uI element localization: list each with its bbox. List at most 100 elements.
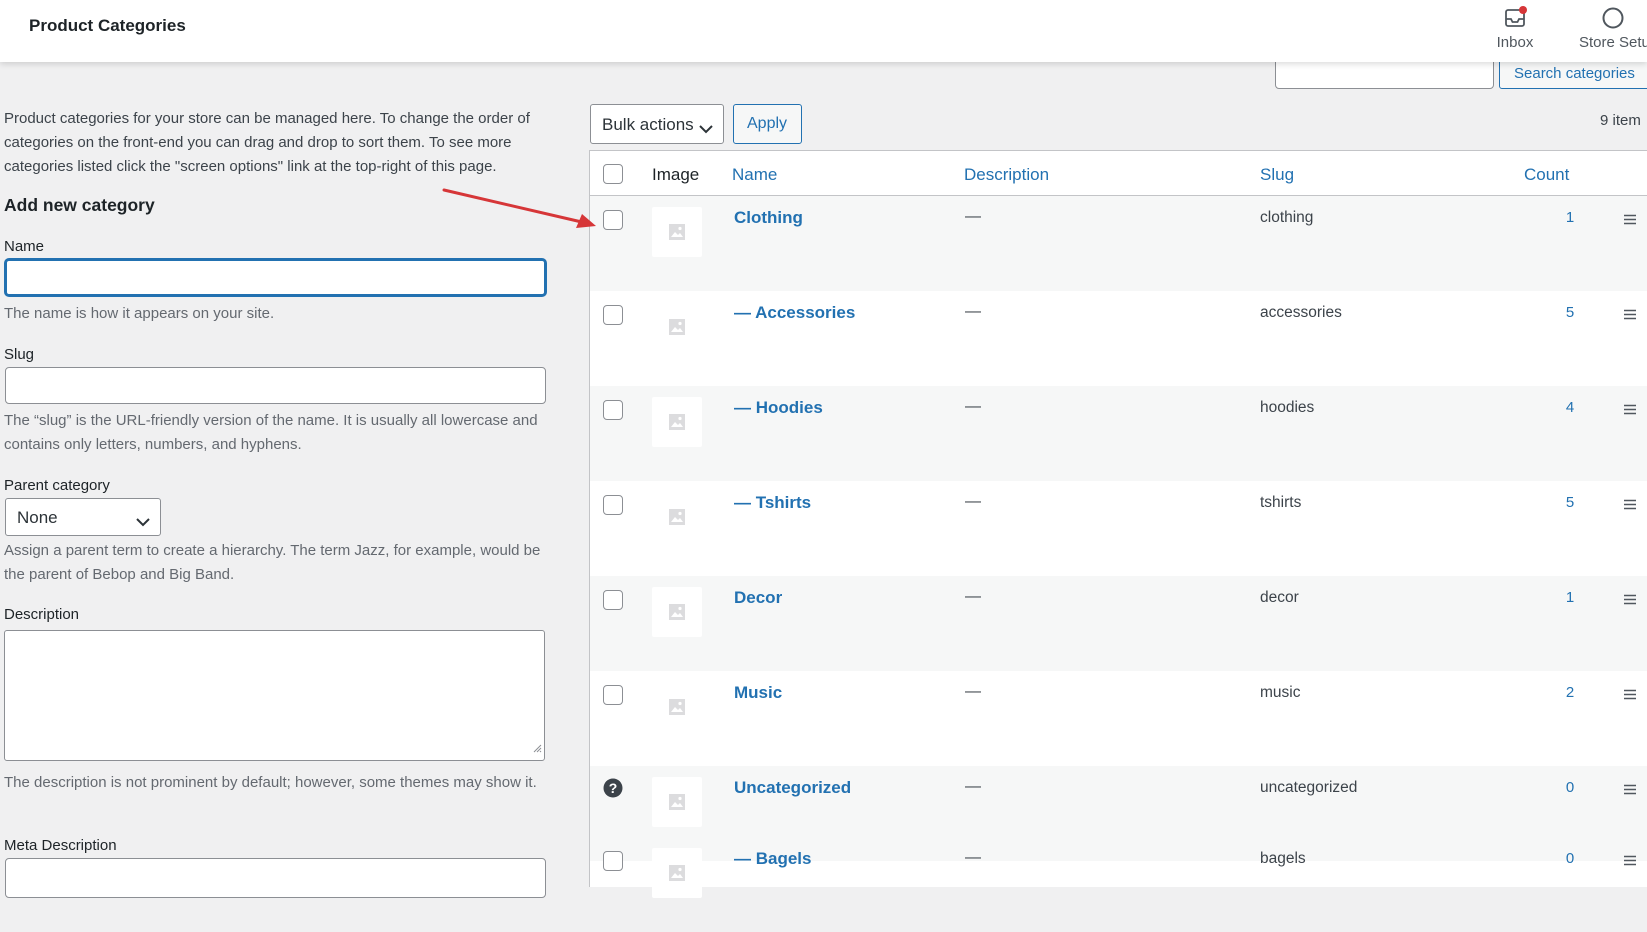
row-checkbox[interactable] — [603, 305, 623, 325]
category-name-link[interactable]: Clothing — [734, 208, 803, 228]
category-name-link[interactable]: Decor — [734, 588, 782, 608]
resize-grip-icon[interactable] — [532, 740, 542, 758]
store-setup-button[interactable]: Store Setu — [1570, 0, 1647, 62]
row-checkbox[interactable] — [603, 851, 623, 871]
category-name-link[interactable]: Music — [734, 683, 782, 703]
name-label: Name — [4, 238, 45, 255]
bulk-actions-label: Bulk actions — [602, 115, 694, 134]
category-description: — — [965, 683, 981, 700]
column-image: Image — [652, 165, 700, 184]
category-slug: uncategorized — [1260, 779, 1358, 796]
drag-handle-icon[interactable] — [1623, 212, 1637, 230]
parent-category-label: Parent category — [4, 477, 110, 494]
chevron-down-icon — [136, 512, 150, 532]
slug-field[interactable] — [5, 367, 546, 404]
drag-handle-icon[interactable] — [1623, 402, 1637, 420]
table-row: — Tshirts — tshirts 5 — [590, 481, 1647, 576]
image-placeholder-icon — [669, 794, 685, 810]
category-thumbnail — [652, 397, 702, 447]
category-thumbnail — [652, 207, 702, 257]
category-thumbnail — [652, 777, 702, 827]
annotation-arrow — [442, 188, 596, 228]
image-placeholder-icon — [669, 414, 685, 430]
meta-description-label: Meta Description — [4, 837, 117, 854]
table-row: — Accessories — accessories 5 — [590, 291, 1647, 386]
category-thumbnail — [652, 492, 702, 542]
category-count-link[interactable]: 2 — [1555, 684, 1585, 701]
drag-handle-icon[interactable] — [1623, 687, 1637, 705]
category-name-link[interactable]: Uncategorized — [734, 778, 851, 798]
drag-handle-icon[interactable] — [1623, 307, 1637, 325]
category-thumbnail — [652, 848, 702, 898]
table-row: Music — music 2 — [590, 671, 1647, 766]
category-slug: bagels — [1260, 850, 1306, 867]
drag-handle-icon[interactable] — [1623, 853, 1637, 871]
parent-category-select[interactable]: None — [5, 498, 161, 536]
drag-handle-icon[interactable] — [1623, 592, 1637, 610]
category-thumbnail — [652, 302, 702, 352]
image-placeholder-icon — [669, 224, 685, 240]
add-category-heading: Add new category — [4, 195, 155, 215]
column-count[interactable]: Count — [1524, 165, 1569, 185]
category-count-link[interactable]: 5 — [1555, 494, 1585, 511]
category-slug: music — [1260, 684, 1301, 701]
category-name-link[interactable]: — Tshirts — [734, 493, 811, 513]
description-label: Description — [4, 606, 80, 623]
category-count-link[interactable]: 0 — [1555, 779, 1585, 796]
category-count-link[interactable]: 1 — [1555, 209, 1585, 226]
select-all-checkbox[interactable] — [603, 164, 623, 184]
category-description: — — [965, 208, 981, 225]
slug-label: Slug — [4, 346, 35, 363]
description-field[interactable] — [4, 630, 545, 761]
row-checkbox[interactable] — [603, 495, 623, 515]
category-name-link[interactable]: — Bagels — [734, 849, 811, 869]
inbox-button[interactable]: Inbox — [1475, 0, 1555, 62]
categories-table: Image Name Description Slug Count Clothi… — [589, 150, 1647, 898]
category-slug: tshirts — [1260, 494, 1302, 511]
row-checkbox[interactable] — [603, 210, 623, 230]
name-field[interactable] — [5, 259, 546, 296]
inbox-icon — [1502, 6, 1528, 34]
store-setup-icon — [1601, 6, 1625, 34]
category-description: — — [965, 493, 981, 510]
category-count-link[interactable]: 1 — [1555, 589, 1585, 606]
column-description[interactable]: Description — [964, 165, 1049, 185]
category-count-link[interactable]: 5 — [1555, 304, 1585, 321]
category-description: — — [965, 398, 981, 415]
category-name-link[interactable]: — Hoodies — [734, 398, 823, 418]
column-slug[interactable]: Slug — [1260, 165, 1294, 185]
drag-handle-icon[interactable] — [1623, 782, 1637, 800]
row-checkbox[interactable] — [603, 590, 623, 610]
category-count-link[interactable]: 4 — [1555, 399, 1585, 416]
table-row: — Bagels — bagels 0 — [590, 837, 1647, 932]
table-row: Decor — decor 1 — [590, 576, 1647, 671]
store-setup-label: Store Setu — [1579, 34, 1647, 51]
category-thumbnail — [652, 587, 702, 637]
table-row: Clothing — clothing 1 — [590, 196, 1647, 291]
column-name[interactable]: Name — [732, 165, 777, 185]
apply-button[interactable]: Apply — [733, 104, 802, 144]
parent-help-text: Assign a parent term to create a hierarc… — [4, 542, 541, 583]
bulk-actions-select[interactable]: Bulk actions — [590, 104, 724, 144]
drag-handle-icon[interactable] — [1623, 497, 1637, 515]
items-count: 9 item — [1600, 112, 1641, 129]
category-description: — — [965, 849, 981, 866]
help-icon[interactable]: ? — [603, 778, 623, 803]
category-description: — — [965, 778, 981, 795]
category-description: — — [965, 588, 981, 605]
category-name-link[interactable]: — Accessories — [734, 303, 855, 323]
parent-category-value: None — [17, 508, 58, 527]
table-header: Image Name Description Slug Count — [590, 151, 1647, 196]
intro-text: Product categories for your store can be… — [4, 110, 530, 175]
category-slug: accessories — [1260, 304, 1342, 321]
top-header: Product Categories Inbox Store Setu — [0, 0, 1647, 62]
row-checkbox[interactable] — [603, 685, 623, 705]
meta-description-field[interactable] — [5, 858, 546, 898]
category-count-link[interactable]: 0 — [1555, 850, 1585, 867]
slug-help-text: The “slug” is the URL-friendly version o… — [4, 412, 538, 453]
image-placeholder-icon — [669, 865, 685, 881]
row-checkbox[interactable] — [603, 400, 623, 420]
inbox-label: Inbox — [1496, 34, 1534, 51]
svg-text:?: ? — [609, 780, 618, 796]
image-placeholder-icon — [669, 604, 685, 620]
